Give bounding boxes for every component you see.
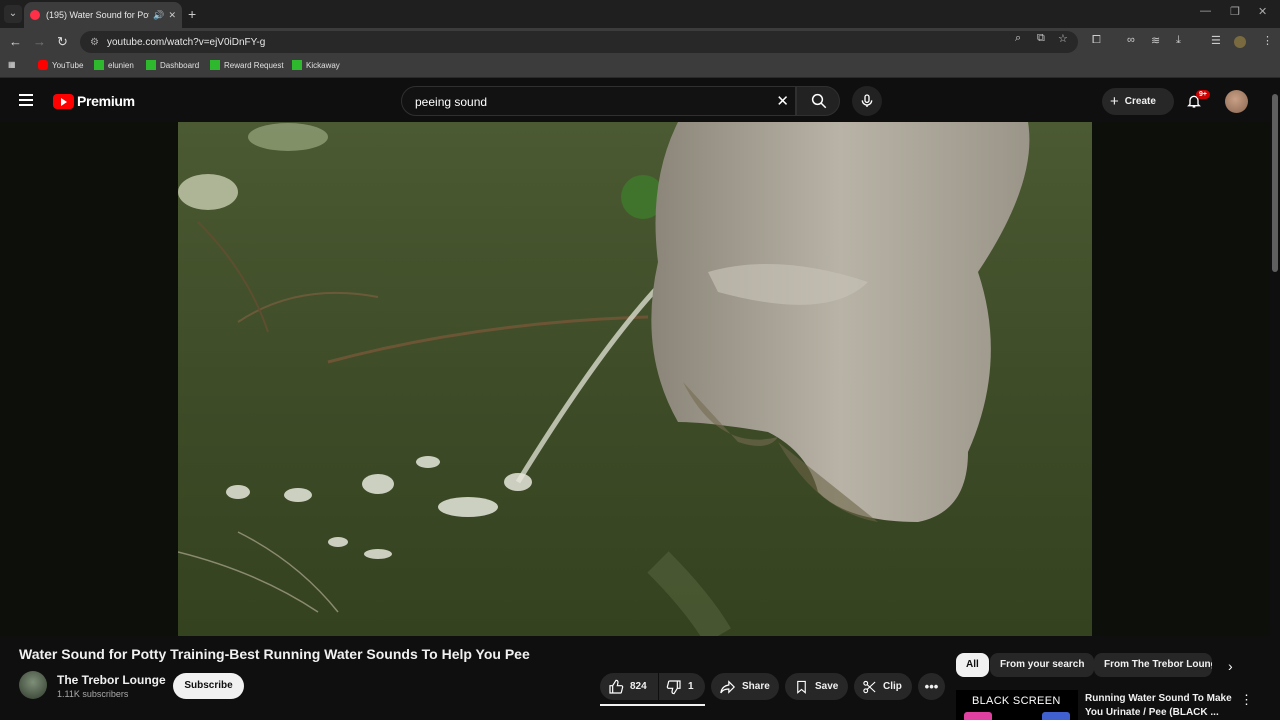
logo-text: Premium xyxy=(77,93,135,109)
extensions-icon[interactable]: ⧠ xyxy=(1092,34,1101,47)
youtube-header: Premium peeing sound ✕ + Create 9+ xyxy=(0,80,1280,122)
hamburger-menu-icon[interactable] xyxy=(19,94,33,106)
like-ratio-bar xyxy=(600,704,705,706)
recommendation-thumbnail[interactable]: BLACK SCREEN xyxy=(956,690,1078,720)
microphone-icon xyxy=(861,94,873,107)
tab-title: (195) Water Sound for Potty Training-Bes… xyxy=(46,10,149,20)
like-button[interactable]: 824 xyxy=(600,673,658,700)
close-tab-icon[interactable]: ✕ xyxy=(168,10,176,21)
new-tab-button[interactable]: + xyxy=(188,6,196,22)
bookmark-icon xyxy=(797,680,806,694)
clip-label: Clip xyxy=(883,681,902,692)
reload-button[interactable]: ↻ xyxy=(57,34,68,50)
bookmark-kickaway[interactable]: Kickaway xyxy=(292,60,340,70)
install-app-icon[interactable]: ⧉ xyxy=(1037,32,1045,45)
channel-avatar[interactable] xyxy=(19,671,47,699)
subscribe-button[interactable]: Subscribe xyxy=(173,673,244,699)
bookmark-label: YouTube xyxy=(52,60,84,70)
reading-list-icon[interactable]: ☰ xyxy=(1211,34,1221,47)
chip-from-channel[interactable]: From The Trebor Lounge xyxy=(1094,653,1212,677)
url-text: youtube.com/watch?v=ejV0iDnFY-g xyxy=(106,36,266,48)
plus-icon: + xyxy=(1110,93,1119,110)
minimize-button[interactable]: — xyxy=(1200,5,1211,17)
browser-toolbar: ← → ↻ ⚙ youtube.com/watch?v=ejV0iDnFY-g … xyxy=(0,28,1280,56)
thumbs-up-icon xyxy=(609,679,624,694)
bookmark-dashboard[interactable]: Dashboard xyxy=(146,60,199,70)
video-player[interactable] xyxy=(178,122,1092,636)
thumbnail-text: BLACK SCREEN xyxy=(972,695,1061,707)
speaker-icon[interactable]: 🔊 xyxy=(153,10,164,21)
browser-tab-strip: ⌄ (195) Water Sound for Potty Training-B… xyxy=(0,0,1280,28)
k-logo-icon xyxy=(146,60,156,70)
bookmark-label: Kickaway xyxy=(306,60,340,70)
k-logo-icon xyxy=(94,60,104,70)
create-button[interactable]: + Create xyxy=(1102,88,1174,115)
bookmark-elunien[interactable]: elunien xyxy=(94,60,134,70)
bookmark-star-icon[interactable]: ☆ xyxy=(1058,32,1068,45)
youtube-icon xyxy=(38,60,48,70)
account-avatar[interactable] xyxy=(1225,90,1248,113)
search-query-text: peeing sound xyxy=(415,95,488,109)
search-input[interactable]: peeing sound ✕ xyxy=(401,86,796,116)
restore-button[interactable]: ❐ xyxy=(1230,5,1240,18)
video-frame-image xyxy=(178,122,1092,636)
like-count: 824 xyxy=(630,681,647,692)
share-label: Share xyxy=(742,681,770,692)
bookmark-label: Dashboard xyxy=(160,60,200,70)
forward-button[interactable]: → xyxy=(33,34,46,49)
thumbnail-graphic-icon xyxy=(964,712,992,720)
extension-icon[interactable]: ≋ xyxy=(1151,34,1160,47)
create-label: Create xyxy=(1124,96,1156,107)
k-logo-icon xyxy=(210,60,220,70)
subscriber-count: 1.11K subscribers xyxy=(57,689,129,699)
search-icon xyxy=(811,93,827,109)
channel-name[interactable]: The Trebor Lounge xyxy=(57,673,166,687)
save-label: Save xyxy=(815,681,839,692)
chip-from-your-search[interactable]: From your search xyxy=(990,653,1095,677)
save-button[interactable]: Save xyxy=(785,673,848,700)
chip-all[interactable]: All xyxy=(956,653,989,677)
youtube-play-icon xyxy=(53,93,74,109)
back-button[interactable]: ← xyxy=(9,34,22,49)
site-info-icon[interactable]: ⚙ xyxy=(90,37,99,48)
dislike-count: 1 xyxy=(688,681,694,692)
scissors-icon xyxy=(863,680,876,693)
download-icon[interactable]: ⤓ xyxy=(1176,34,1181,47)
voice-search-button[interactable] xyxy=(852,86,882,116)
bookmark-youtube[interactable]: YouTube xyxy=(38,60,83,70)
thumbnail-graphic-icon xyxy=(1042,712,1070,720)
bookmark-label: elunien xyxy=(108,60,134,70)
more-vertical-icon[interactable]: ⋮ xyxy=(1240,692,1253,708)
search-button[interactable] xyxy=(796,86,840,116)
apps-grid-icon[interactable]: ▦ xyxy=(8,60,16,69)
zoom-icon[interactable]: ⌕ xyxy=(1015,32,1021,45)
thumbs-down-icon xyxy=(666,679,681,694)
k-logo-icon xyxy=(292,60,302,70)
recommendation-title[interactable]: Running Water Sound To Make You Urinate … xyxy=(1085,692,1235,720)
scrollbar-thumb[interactable] xyxy=(1272,94,1278,272)
share-icon xyxy=(720,679,736,694)
notification-badge: 9+ xyxy=(1196,90,1210,99)
tab-search-button[interactable]: ⌄ xyxy=(4,5,22,23)
clear-search-icon[interactable]: ✕ xyxy=(776,92,789,110)
close-window-button[interactable]: ✕ xyxy=(1258,5,1267,18)
clip-button[interactable]: Clip xyxy=(854,673,912,700)
profile-avatar-icon[interactable] xyxy=(1234,36,1246,48)
link-icon[interactable]: ∞ xyxy=(1127,34,1135,46)
bookmarks-bar: ▦ YouTube elunien Dashboard Reward Reque… xyxy=(0,56,1280,78)
browser-tab[interactable]: (195) Water Sound for Potty Training-Bes… xyxy=(24,2,182,28)
bookmark-label: Reward Request xyxy=(224,60,284,70)
youtube-premium-logo[interactable]: Premium xyxy=(53,93,135,109)
dislike-button[interactable]: 1 xyxy=(659,673,705,700)
more-actions-button[interactable]: ••• xyxy=(918,673,945,700)
video-title: Water Sound for Potty Training-Best Runn… xyxy=(19,646,530,662)
more-horizontal-icon: ••• xyxy=(924,679,939,694)
page-scrollbar[interactable] xyxy=(1270,82,1280,720)
browser-menu-icon[interactable]: ⋮ xyxy=(1262,34,1273,47)
chevron-right-icon[interactable]: › xyxy=(1228,658,1233,674)
youtube-favicon-icon xyxy=(30,10,40,20)
bookmark-reward-request[interactable]: Reward Request xyxy=(210,60,284,70)
address-bar[interactable]: ⚙ youtube.com/watch?v=ejV0iDnFY-g xyxy=(80,31,1078,53)
share-button[interactable]: Share xyxy=(711,673,779,700)
